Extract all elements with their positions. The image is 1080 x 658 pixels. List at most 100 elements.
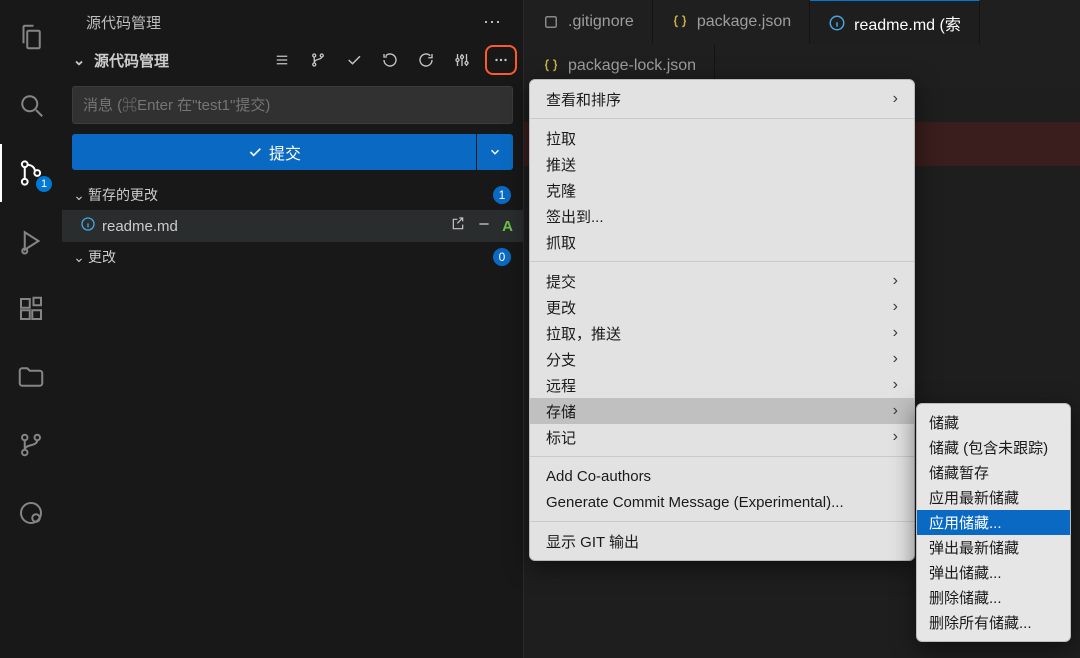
chevron-down-icon: ⌄ <box>70 51 88 69</box>
unstage-icon[interactable] <box>476 216 492 236</box>
menu-item-label: 克隆 <box>546 180 576 201</box>
submenu-item[interactable]: 储藏暂存 <box>917 460 1070 485</box>
activity-folder[interactable] <box>0 348 62 406</box>
staged-changes-header[interactable]: ⌄ 暂存的更改 1 <box>62 180 523 210</box>
chevron-down-icon <box>488 145 502 159</box>
menu-item[interactable]: 推送 <box>530 151 914 177</box>
chevron-right-icon: › <box>893 324 898 342</box>
submenu-item[interactable]: 储藏 (包含未跟踪) <box>917 435 1070 460</box>
menu-item[interactable]: 查看和排序› <box>530 86 914 112</box>
commit-dropdown-button[interactable] <box>477 134 513 170</box>
section-title: 源代码管理 <box>94 50 169 71</box>
submenu-item-label: 弹出最新储藏 <box>929 537 1019 558</box>
editor-tab[interactable]: readme.md (索 <box>810 0 980 44</box>
changes-title: 更改 <box>88 247 116 267</box>
activity-gitgraph[interactable] <box>0 416 62 474</box>
file-name: readme.md <box>102 218 178 235</box>
commit-area: 提交 <box>62 76 523 180</box>
chevron-right-icon: › <box>893 272 898 290</box>
activity-gitlens[interactable] <box>0 484 62 542</box>
menu-item[interactable]: 存储› <box>530 398 914 424</box>
json-icon <box>671 13 689 31</box>
menu-item[interactable]: 拉取，推送 › <box>530 320 914 346</box>
submenu-item[interactable]: 弹出最新储藏 <box>917 535 1070 560</box>
menu-item[interactable]: 克隆 <box>530 177 914 203</box>
submenu-item[interactable]: 储藏 <box>917 410 1070 435</box>
activity-bar: 1 <box>0 0 62 658</box>
menu-item[interactable]: Add Co-authors <box>530 463 914 489</box>
extensions-icon <box>16 294 46 324</box>
more-actions-button[interactable] <box>485 45 517 75</box>
menu-item-label: Add Co-authors <box>546 468 651 485</box>
menu-item[interactable]: 签出到... <box>530 203 914 229</box>
section-toolbar <box>269 45 523 75</box>
menu-separator <box>530 521 914 522</box>
menu-item-label: 查看和排序 <box>546 89 621 110</box>
activity-scm[interactable]: 1 <box>0 144 62 202</box>
scm-context-menu[interactable]: 查看和排序›拉取推送克隆签出到...抓取提交›更改›拉取，推送›分支›远程›存储… <box>529 79 915 561</box>
changes-header[interactable]: ⌄ 更改 0 <box>62 242 523 272</box>
scm-badge: 1 <box>36 176 52 192</box>
panel-title: 源代码管理 <box>86 12 161 33</box>
commit-check-icon[interactable] <box>341 47 367 73</box>
menu-item-label: 标记 <box>546 427 576 448</box>
editor-tab[interactable]: package.json <box>653 0 810 44</box>
menu-item[interactable]: 显示 GIT 输出 <box>530 528 914 554</box>
commit-message-input[interactable] <box>72 86 513 124</box>
chevron-right-icon: › <box>893 298 898 316</box>
submenu-item[interactable]: 删除储藏... <box>917 585 1070 610</box>
scm-panel: 源代码管理 ⋯ ⌄ 源代码管理 提交 <box>62 0 524 658</box>
refresh-icon[interactable] <box>413 47 439 73</box>
submenu-item[interactable]: 删除所有储藏... <box>917 610 1070 635</box>
commit-button[interactable]: 提交 <box>72 134 476 170</box>
branch-create-icon[interactable] <box>305 47 331 73</box>
submenu-item[interactable]: 弹出储藏... <box>917 560 1070 585</box>
menu-item[interactable]: 抓取 <box>530 229 914 255</box>
menu-item-label: 分支 <box>546 349 576 370</box>
submenu-item-label: 应用最新储藏 <box>929 487 1019 508</box>
status-letter: A <box>502 218 513 235</box>
submenu-item[interactable]: 应用储藏... <box>917 510 1070 535</box>
scm-section-header[interactable]: ⌄ 源代码管理 <box>62 44 523 76</box>
menu-item-label: 更改 <box>546 297 576 318</box>
folder-icon <box>16 362 46 392</box>
activity-debug[interactable] <box>0 212 62 270</box>
menu-item[interactable]: 分支› <box>530 346 914 372</box>
history-icon[interactable] <box>377 47 403 73</box>
submenu-item-label: 储藏暂存 <box>929 462 989 483</box>
activity-search[interactable] <box>0 76 62 134</box>
staged-count-badge: 1 <box>493 186 511 204</box>
open-file-icon[interactable] <box>450 216 466 236</box>
menu-item[interactable]: 拉取 <box>530 125 914 151</box>
info-icon <box>828 14 846 32</box>
editor-tab[interactable]: .gitignore <box>524 0 653 44</box>
chevron-down-icon: ⌄ <box>70 187 88 204</box>
files-icon <box>16 22 46 52</box>
tab-label: package.json <box>697 13 791 31</box>
run-debug-icon <box>16 226 46 256</box>
settings-sliders-icon[interactable] <box>449 47 475 73</box>
panel-more-icon[interactable]: ⋯ <box>483 12 503 33</box>
activity-explorer[interactable] <box>0 8 62 66</box>
submenu-item-label: 应用储藏... <box>929 512 1002 533</box>
menu-item[interactable]: 提交› <box>530 268 914 294</box>
menu-item[interactable]: 更改 › <box>530 294 914 320</box>
menu-item-label: 抓取 <box>546 232 576 253</box>
chevron-right-icon: › <box>893 428 898 446</box>
menu-item[interactable]: 远程› <box>530 372 914 398</box>
staged-file-row[interactable]: readme.md A <box>62 210 523 242</box>
menu-item[interactable]: Generate Commit Message (Experimental)..… <box>530 489 914 515</box>
submenu-item-label: 删除所有储藏... <box>929 612 1032 633</box>
menu-item-label: 存储 <box>546 401 576 422</box>
activity-extensions[interactable] <box>0 280 62 338</box>
commit-row: 提交 <box>72 134 513 170</box>
menu-item-label: Generate Commit Message (Experimental)..… <box>546 494 844 511</box>
menu-item[interactable]: 标记 › <box>530 424 914 450</box>
menu-item-label: 拉取，推送 <box>546 323 621 344</box>
submenu-item-label: 删除储藏... <box>929 587 1002 608</box>
submenu-item[interactable]: 应用最新储藏 <box>917 485 1070 510</box>
editor-tabs-row1: .gitignore package.json readme.md (索 <box>524 0 1080 44</box>
stash-submenu[interactable]: 储藏储藏 (包含未跟踪)储藏暂存应用最新储藏应用储藏... 弹出最新储藏弹出储藏.… <box>916 403 1071 642</box>
view-list-icon[interactable] <box>269 47 295 73</box>
gitlens-icon <box>16 498 46 528</box>
